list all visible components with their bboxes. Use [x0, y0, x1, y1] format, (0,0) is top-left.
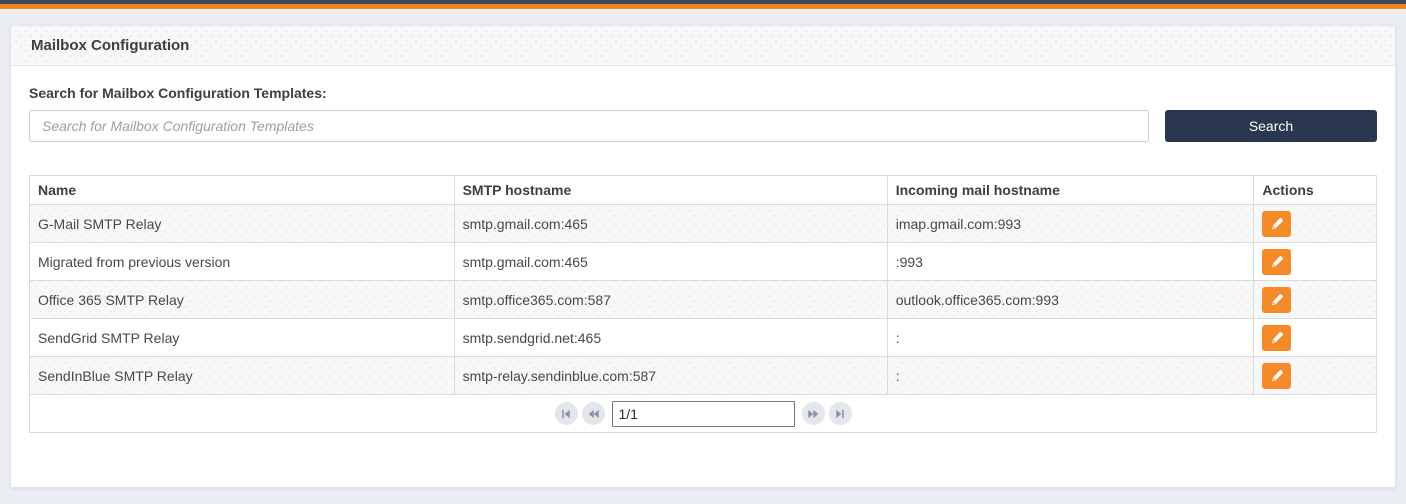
last-page-button[interactable]: [829, 402, 852, 425]
smtp-cell: smtp-relay.sendinblue.com:587: [454, 357, 887, 395]
incoming-cell: imap.gmail.com:993: [887, 205, 1254, 243]
smtp-cell: smtp.sendgrid.net:465: [454, 319, 887, 357]
table-row: Office 365 SMTP Relay smtp.office365.com…: [30, 281, 1377, 319]
column-header-name: Name: [30, 176, 455, 205]
column-header-actions: Actions: [1254, 176, 1377, 205]
incoming-cell: :: [887, 319, 1254, 357]
pencil-icon: [1270, 293, 1284, 307]
edit-button[interactable]: [1262, 287, 1291, 313]
incoming-cell: :993: [887, 243, 1254, 281]
search-input[interactable]: [29, 110, 1149, 142]
edit-button[interactable]: [1262, 211, 1291, 237]
next-page-button[interactable]: [802, 402, 825, 425]
step-last-icon: [834, 408, 846, 420]
search-label: Search for Mailbox Configuration Templat…: [29, 85, 1377, 101]
name-cell: SendInBlue SMTP Relay: [30, 357, 455, 395]
first-page-button[interactable]: [555, 402, 578, 425]
edit-button[interactable]: [1262, 249, 1291, 275]
table-row: SendInBlue SMTP Relay smtp-relay.sendinb…: [30, 357, 1377, 395]
pencil-icon: [1270, 369, 1284, 383]
pencil-icon: [1270, 255, 1284, 269]
actions-cell: [1254, 319, 1377, 357]
smtp-cell: smtp.gmail.com:465: [454, 243, 887, 281]
pencil-icon: [1270, 217, 1284, 231]
mailbox-configuration-card: Mailbox Configuration Search for Mailbox…: [10, 25, 1396, 488]
column-header-incoming: Incoming mail hostname: [887, 176, 1254, 205]
fast-forward-icon: [807, 408, 820, 420]
actions-cell: [1254, 357, 1377, 395]
actions-cell: [1254, 281, 1377, 319]
incoming-cell: :: [887, 357, 1254, 395]
name-cell: Migrated from previous version: [30, 243, 455, 281]
column-header-smtp: SMTP hostname: [454, 176, 887, 205]
edit-button[interactable]: [1262, 363, 1291, 389]
previous-page-button[interactable]: [582, 402, 605, 425]
edit-button[interactable]: [1262, 325, 1291, 351]
table-header-row: Name SMTP hostname Incoming mail hostnam…: [30, 176, 1377, 205]
pagination-row: [30, 395, 1377, 433]
fast-backward-icon: [587, 408, 600, 420]
search-button[interactable]: Search: [1165, 110, 1377, 142]
pencil-icon: [1270, 331, 1284, 345]
topbar-orange: [0, 4, 1406, 9]
card-body: Search for Mailbox Configuration Templat…: [11, 66, 1395, 433]
smtp-cell: smtp.gmail.com:465: [454, 205, 887, 243]
incoming-cell: outlook.office365.com:993: [887, 281, 1254, 319]
card-header: Mailbox Configuration: [11, 26, 1395, 66]
name-cell: Office 365 SMTP Relay: [30, 281, 455, 319]
page-title: Mailbox Configuration: [31, 37, 189, 54]
actions-cell: [1254, 243, 1377, 281]
templates-table: Name SMTP hostname Incoming mail hostnam…: [29, 175, 1377, 433]
name-cell: G-Mail SMTP Relay: [30, 205, 455, 243]
smtp-cell: smtp.office365.com:587: [454, 281, 887, 319]
pagination-controls: [38, 401, 1368, 427]
step-first-icon: [560, 408, 572, 420]
table-row: Migrated from previous version smtp.gmai…: [30, 243, 1377, 281]
search-row: Search: [29, 110, 1377, 142]
actions-cell: [1254, 205, 1377, 243]
name-cell: SendGrid SMTP Relay: [30, 319, 455, 357]
table-row: SendGrid SMTP Relay smtp.sendgrid.net:46…: [30, 319, 1377, 357]
table-row: G-Mail SMTP Relay smtp.gmail.com:465 ima…: [30, 205, 1377, 243]
pagination-cell: [30, 395, 1377, 433]
page-indicator-input[interactable]: [612, 401, 795, 427]
